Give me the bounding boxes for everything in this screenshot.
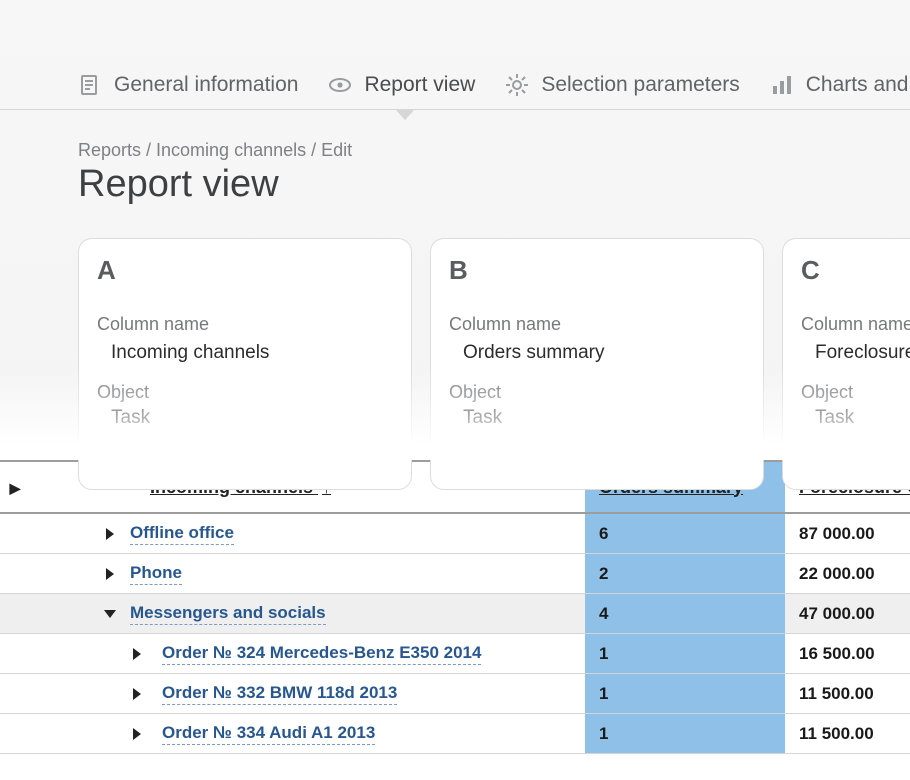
orders-summary-cell: 2 (585, 554, 785, 593)
chevron-right-icon (106, 528, 114, 540)
table-body: Offline office 687 000.00 Phone 222 000.00 M… (0, 514, 910, 754)
expand-toggle[interactable] (112, 728, 162, 740)
expand-toggle[interactable] (112, 688, 162, 700)
tabs-row: General information Report view Selectio… (0, 60, 910, 110)
tab-general-information[interactable]: General information (78, 60, 298, 109)
foreclosure-cell: 11 500.00 (785, 684, 910, 704)
tab-label: Selection parameters (541, 73, 739, 97)
page-title: Report view (78, 163, 910, 206)
foreclosure-cell: 47 000.00 (785, 604, 910, 624)
row-link[interactable]: Order № 334 Audi A1 2013 (162, 723, 375, 745)
table-row: Order № 324 Mercedes-Benz E350 2014 116 5… (0, 634, 910, 674)
expand-toggle[interactable] (112, 648, 162, 660)
tab-label: General information (114, 73, 298, 97)
foreclosure-cell: 16 500.00 (785, 644, 910, 664)
orders-summary-cell: 1 (585, 674, 785, 713)
orders-summary-cell: 1 (585, 714, 785, 753)
gear-icon (505, 73, 529, 97)
column-card-c[interactable]: C Column name Foreclosure Co Object Task (782, 238, 910, 490)
chevron-down-icon (104, 610, 116, 618)
object-value[interactable]: Task (801, 403, 910, 429)
tab-selection-parameters[interactable]: Selection parameters (505, 60, 739, 109)
column-name-label: Column name (801, 314, 910, 335)
orders-summary-cell: 4 (585, 594, 785, 633)
report-table: ▶ Incoming channels ↑ Orders summary For… (0, 460, 910, 754)
expand-toggle[interactable] (90, 568, 130, 580)
table-row: Offline office 687 000.00 (0, 514, 910, 554)
foreclosure-cell: 11 500.00 (785, 724, 910, 744)
column-name-label: Column name (449, 314, 745, 335)
tab-label: Report view (364, 73, 475, 97)
chevron-right-icon (133, 728, 141, 740)
eye-icon (328, 73, 352, 97)
table-row: Order № 332 BMW 118d 2013 111 500.00 (0, 674, 910, 714)
column-letter: C (801, 255, 910, 286)
expand-toggle[interactable] (90, 528, 130, 540)
row-link[interactable]: Offline office (130, 523, 234, 545)
column-name-label: Column name (97, 314, 393, 335)
table-row: Order № 334 Audi A1 2013 111 500.00 (0, 714, 910, 754)
row-link[interactable]: Messengers and socials (130, 603, 326, 625)
column-name-value[interactable]: Foreclosure Co (801, 337, 910, 374)
configurator-panel: General information Report view Selectio… (0, 0, 910, 460)
document-icon (78, 73, 102, 97)
object-label: Object (449, 382, 745, 403)
column-cards-row: A Column name Incoming channels Object T… (0, 216, 910, 490)
chevron-right-icon (133, 648, 141, 660)
expand-toggle[interactable] (90, 610, 130, 618)
object-value[interactable]: Task (97, 403, 393, 429)
orders-summary-cell: 1 (585, 634, 785, 673)
orders-summary-cell: 6 (585, 514, 785, 553)
foreclosure-cell: 87 000.00 (785, 524, 910, 544)
tab-report-view[interactable]: Report view (328, 60, 475, 109)
chevron-right-icon (133, 688, 141, 700)
table-row: Messengers and socials 447 000.00 (0, 594, 910, 634)
object-label: Object (97, 382, 393, 403)
column-card-a[interactable]: A Column name Incoming channels Object T… (78, 238, 412, 490)
bar-chart-icon (770, 73, 794, 97)
tab-label: Charts and gr (806, 73, 910, 97)
column-letter: A (97, 255, 393, 286)
row-link[interactable]: Order № 332 BMW 118d 2013 (162, 683, 397, 705)
object-label: Object (801, 382, 910, 403)
column-name-value[interactable]: Incoming channels (97, 337, 393, 374)
chevron-right-icon (106, 568, 114, 580)
table-row: Phone 222 000.00 (0, 554, 910, 594)
breadcrumb[interactable]: Reports / Incoming channels / Edit (78, 140, 910, 161)
column-card-b[interactable]: B Column name Orders summary Object Task (430, 238, 764, 490)
row-link[interactable]: Phone (130, 563, 182, 585)
tab-charts-and-graphs[interactable]: Charts and gr (770, 60, 910, 109)
foreclosure-cell: 22 000.00 (785, 564, 910, 584)
row-link[interactable]: Order № 324 Mercedes-Benz E350 2014 (162, 643, 481, 665)
column-name-value[interactable]: Orders summary (449, 337, 745, 374)
column-letter: B (449, 255, 745, 286)
object-value[interactable]: Task (449, 403, 745, 429)
